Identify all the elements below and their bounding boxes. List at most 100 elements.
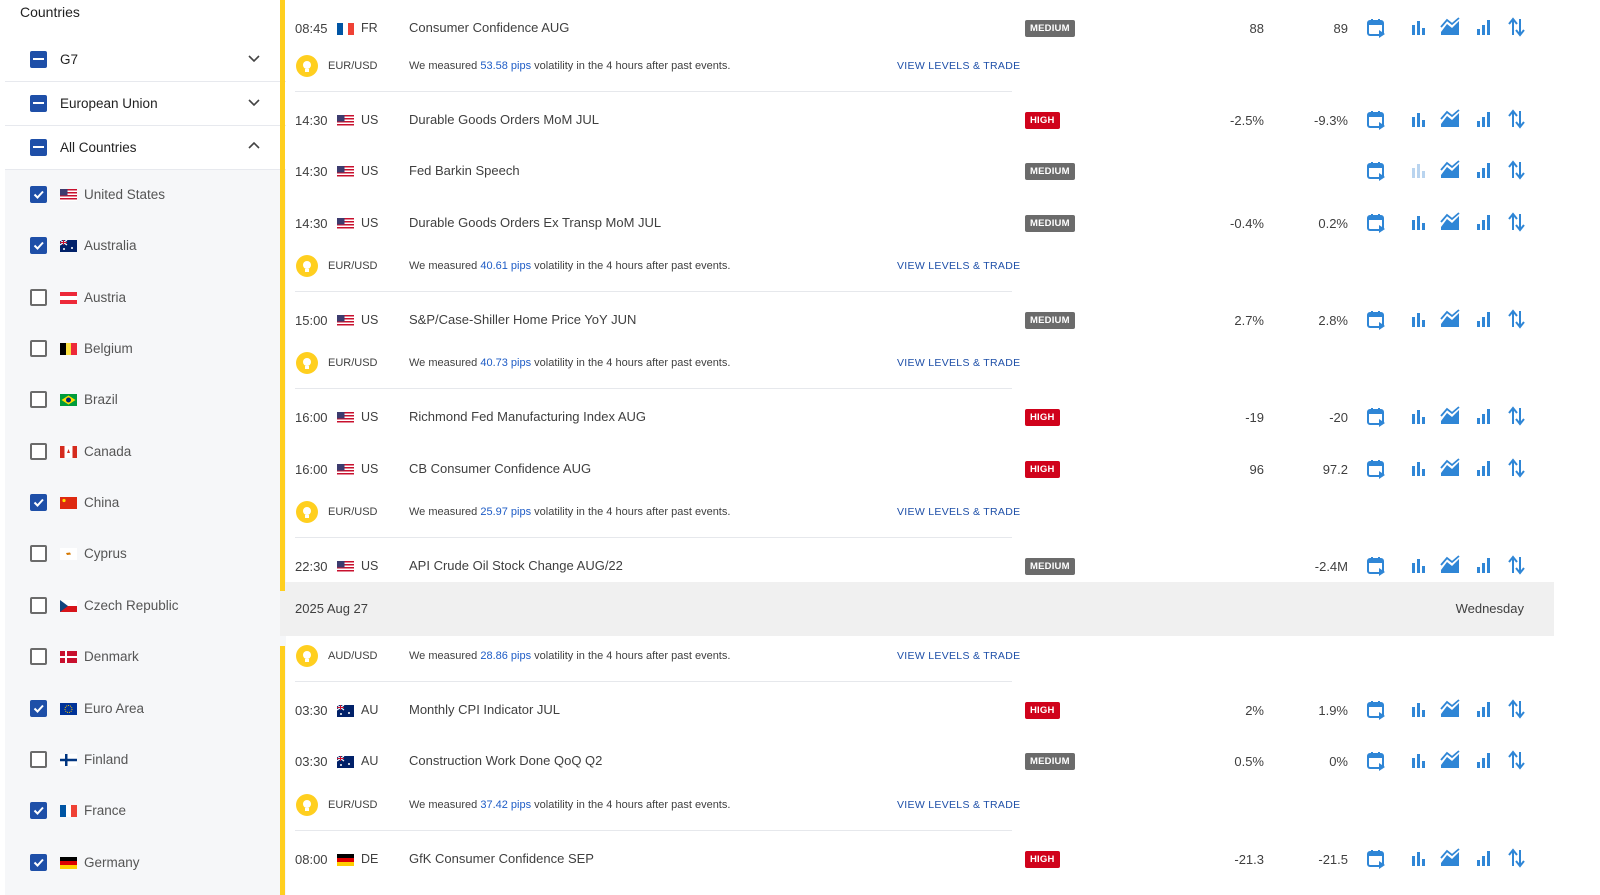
bar-chart-icon-glyph (1412, 461, 1425, 476)
country-label: Finland (84, 751, 129, 767)
unchecked-checkbox[interactable] (30, 545, 47, 563)
event-name[interactable]: Richmond Fed Manufacturing Index AUG (409, 409, 646, 424)
country-item-be[interactable]: Belgium (5, 333, 280, 363)
event-row[interactable]: 15:00 US S&P/Case-Shiller Home Price YoY J… (280, 295, 1554, 341)
volatility-message: We measured 37.42 pips volatility in the… (409, 799, 730, 811)
event-row[interactable]: 08:00 DE GfK Consumer Confidence SEP HIGH -2… (280, 834, 1554, 880)
volatility-pips: 40.73 pips (480, 357, 532, 370)
country-item-fr[interactable]: France (5, 795, 280, 825)
checked-checkbox[interactable] (30, 699, 47, 717)
event-row[interactable]: 16:00 US CB Consumer Confidence AUG HIGH 96 9… (280, 444, 1554, 490)
bar-chart-icon-glyph (1412, 410, 1425, 425)
signal-bars-icon-glyph (1477, 702, 1490, 717)
checked-checkbox[interactable] (30, 186, 47, 203)
view-levels-trade-link[interactable]: VIEW LEVELS & TRADE (897, 506, 1020, 518)
country-item-ca[interactable]: Canada (5, 436, 280, 466)
country-item-fi[interactable]: Finland (5, 744, 280, 774)
country-item-cz[interactable]: Czech Republic (5, 590, 280, 620)
unchecked-checkbox[interactable] (30, 391, 47, 409)
event-time: 22:30 (295, 558, 328, 574)
volatility-prefix: We measured (409, 259, 481, 272)
impact-badge: HIGH (1025, 112, 1060, 129)
view-levels-trade-link[interactable]: VIEW LEVELS & TRADE (897, 260, 1020, 272)
volatility-row: EUR/USD We measured 40.61 pips volatility… (280, 247, 1554, 285)
group-indeterminate-checkbox[interactable] (30, 95, 47, 112)
unchecked-checkbox[interactable] (30, 288, 47, 306)
up-down-arrows-icon-glyph (1508, 457, 1525, 478)
event-name[interactable]: Consumer Confidence AUG (409, 20, 569, 35)
event-row[interactable]: 03:30 AU Monthly CPI Indicator JUL HIGH 2% 1.… (280, 685, 1554, 731)
unchecked-checkbox[interactable] (30, 750, 47, 768)
unchecked-checkbox[interactable] (30, 340, 47, 358)
country-item-eu[interactable]: Euro Area (5, 693, 280, 723)
event-name[interactable]: Fed Barkin Speech (409, 163, 520, 178)
country-item-at[interactable]: Austria (5, 282, 280, 312)
flag-image (60, 291, 77, 304)
checked-checkbox[interactable] (30, 494, 47, 512)
volatility-suffix: volatility in the 4 hours after past eve… (531, 60, 731, 72)
volatility-pips: 37.42 pips (480, 798, 532, 811)
group-indeterminate-checkbox[interactable] (30, 139, 47, 156)
event-name[interactable]: Construction Work Done QoQ Q2 (409, 753, 602, 768)
up-down-arrows-icon-glyph (1508, 109, 1525, 129)
chevron-down-icon[interactable] (246, 50, 262, 66)
country-item-br[interactable]: Brazil (5, 384, 280, 414)
country-item-cy[interactable]: Cyprus (5, 538, 280, 568)
lightbulb-icon (296, 793, 318, 816)
lightbulb-glyph (303, 358, 311, 370)
country-label: Cyprus (84, 546, 127, 562)
event-row[interactable]: 14:30 US Durable Goods Orders MoM JUL HIGH -… (280, 95, 1554, 141)
lightbulb-glyph (303, 799, 311, 811)
group-indeterminate-checkbox[interactable] (30, 51, 47, 68)
view-levels-trade-link[interactable]: VIEW LEVELS & TRADE (897, 799, 1020, 811)
row-divider (295, 829, 1012, 831)
event-row[interactable]: 16:00 US Richmond Fed Manufacturing Index … (280, 392, 1554, 438)
flag-fr-icon (60, 804, 77, 818)
signal-bars-icon-glyph (1477, 753, 1490, 769)
event-name[interactable]: Durable Goods Orders Ex Transp MoM JUL (409, 215, 661, 230)
checked-checkbox[interactable] (30, 237, 47, 255)
trend-area-icon-glyph (1440, 406, 1460, 425)
country-group-all-countries[interactable]: All Countries (5, 126, 286, 170)
event-row[interactable]: 03:30 AU Construction Work Done QoQ Q2 MEDI… (280, 736, 1554, 782)
unchecked-checkbox[interactable] (30, 648, 47, 666)
calendar-add-icon-glyph (1367, 752, 1385, 772)
country-group-g7[interactable]: G7 (5, 38, 286, 82)
event-name[interactable]: Monthly CPI Indicator JUL (409, 702, 560, 717)
unchecked-checkbox[interactable] (30, 596, 47, 614)
event-time: 08:00 (295, 851, 328, 867)
event-row[interactable]: 08:45 FR Consumer Confidence AUG MEDIUM 88 89 (280, 3, 1554, 49)
event-row[interactable]: 14:30 US Fed Barkin Speech MEDIUM (280, 146, 1554, 192)
unchecked-checkbox[interactable] (30, 442, 47, 460)
event-time: 14:30 (295, 113, 328, 128)
checked-checkbox[interactable] (30, 802, 47, 820)
country-item-dk[interactable]: Denmark (5, 641, 280, 671)
event-row[interactable]: 22:30 US API Crude Oil Stock Change AUG/22… (280, 541, 1554, 587)
impact-badge: MEDIUM (1025, 557, 1075, 575)
flag-cy-icon (60, 547, 77, 561)
signal-bars-icon-glyph (1477, 557, 1490, 573)
country-item-de[interactable]: Germany (5, 847, 280, 877)
event-name[interactable]: Durable Goods Orders MoM JUL (409, 112, 599, 127)
checked-checkbox[interactable] (30, 853, 47, 871)
country-item-us[interactable]: United States (5, 179, 280, 209)
country-item-cn[interactable]: China (5, 487, 280, 517)
calendar-add-icon-glyph (1367, 111, 1385, 130)
event-name[interactable]: API Crude Oil Stock Change AUG/22 (409, 558, 623, 573)
forecast-value: 0% (1329, 754, 1348, 770)
event-name[interactable]: CB Consumer Confidence AUG (409, 461, 591, 476)
chevron-down-icon[interactable] (246, 94, 262, 110)
view-levels-trade-link[interactable]: VIEW LEVELS & TRADE (897, 60, 1020, 72)
event-name[interactable]: S&P/Case-Shiller Home Price YoY JUN (409, 312, 636, 327)
flag-de-icon (337, 853, 354, 866)
event-name[interactable]: GfK Consumer Confidence SEP (409, 851, 594, 866)
event-row[interactable]: 14:30 US Durable Goods Orders Ex Transp Mo… (280, 198, 1554, 244)
view-levels-trade-link[interactable]: VIEW LEVELS & TRADE (897, 357, 1020, 369)
event-actions (1366, 847, 1531, 870)
country-group-european-union[interactable]: European Union (5, 82, 286, 126)
volatility-pips: 40.61 pips (480, 259, 532, 272)
volatility-row: EUR/USD We measured 40.73 pips volatility… (280, 344, 1554, 382)
chevron-up-icon[interactable] (246, 138, 262, 154)
country-item-au[interactable]: Australia (5, 230, 280, 260)
view-levels-trade-link[interactable]: VIEW LEVELS & TRADE (897, 650, 1020, 662)
